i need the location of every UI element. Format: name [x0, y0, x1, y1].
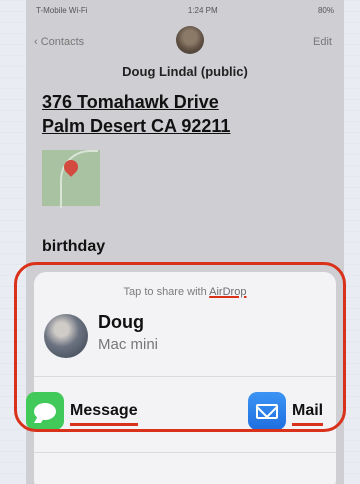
address-line-2: Palm Desert CA 92211 [42, 116, 231, 136]
annotation-highlight-box [14, 262, 346, 432]
chevron-left-icon: ‹ [34, 36, 41, 48]
status-bar: T-Mobile Wi-Fi 1:24 PM 80% [26, 6, 344, 20]
address-link[interactable]: 376 Tomahawk Drive Palm Desert CA 92211 [42, 90, 230, 138]
carrier-label: T-Mobile Wi-Fi [36, 6, 88, 15]
back-button[interactable]: ‹ Contacts [34, 36, 84, 48]
navigation-bar: ‹ Contacts Edit [26, 26, 344, 58]
map-road [60, 150, 98, 208]
address-line-1: 376 Tomahawk Drive [42, 92, 219, 112]
battery-label: 80% [317, 6, 334, 15]
map-thumbnail[interactable] [42, 150, 100, 208]
contact-avatar [176, 26, 204, 54]
edit-button[interactable]: Edit [313, 36, 332, 48]
birthday-label: birthday [42, 238, 106, 255]
contact-name: Doug Lindal (public) [122, 64, 248, 79]
time-label: 1:24 PM [187, 6, 218, 15]
back-label: Contacts [40, 36, 85, 48]
sheet-bottom-divider [34, 452, 336, 453]
